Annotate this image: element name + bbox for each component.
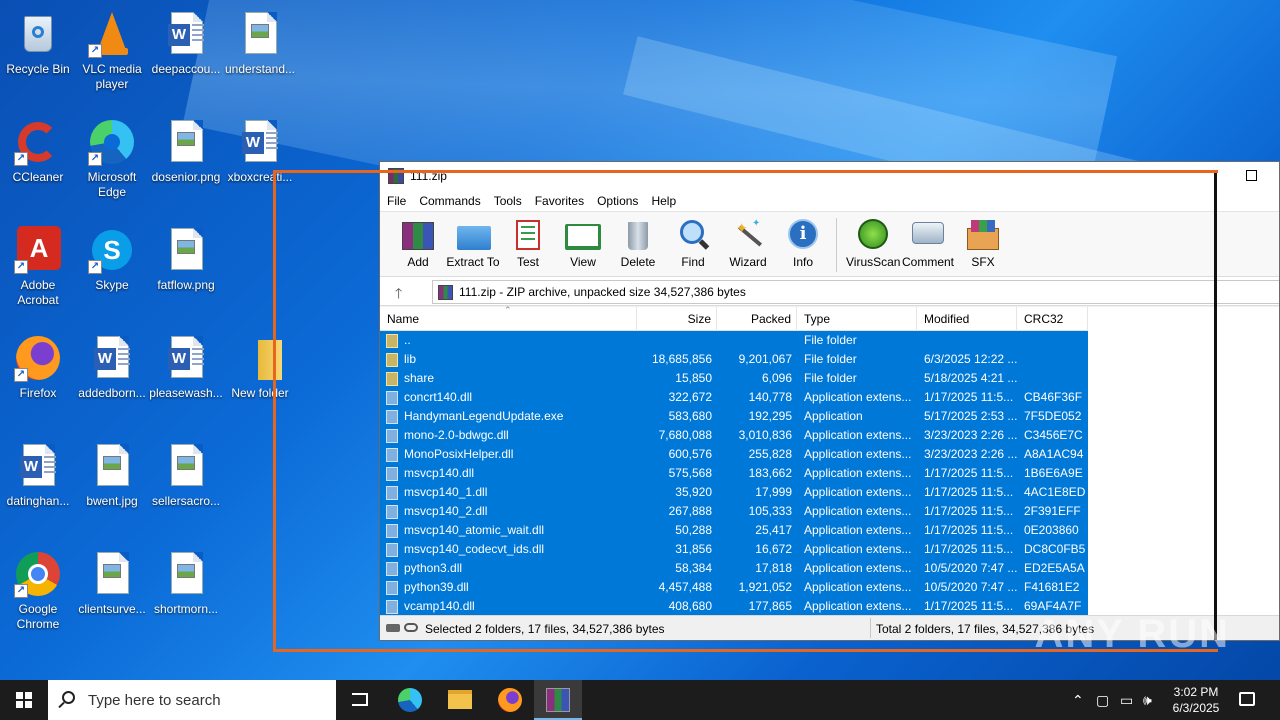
search-icon [62,691,75,704]
desktop-icon-label: sellersacro... [151,494,221,508]
system-clock[interactable]: 3:02 PM 6/3/2025 [1166,684,1226,716]
desktop-icon-label: Adobe Acrobat [17,278,59,307]
desktop-icon-label: addedborn... [78,386,146,400]
firefox-icon [498,688,522,712]
desktop-icon-sellersacro[interactable]: sellersacro... [148,436,224,540]
desktop-icon-deepaccou[interactable]: W deepaccou... [148,4,224,108]
image-file-icon [162,226,210,274]
image-file-icon [162,118,210,166]
desktop-icon-label: deepaccou... [151,62,221,76]
desktop-icon-fatflow[interactable]: fatflow.png [148,220,224,324]
clock-time: 3:02 PM [1173,685,1219,699]
desktop-icon-label: CCleaner [12,170,64,184]
start-button[interactable] [0,680,48,720]
image-file-icon [88,442,136,490]
vlc-icon: ↗ [88,10,136,58]
desktop-icon-label: bwent.jpg [86,494,138,508]
volume-icon[interactable]: 🕪 [1143,692,1152,709]
maximize-button[interactable] [1246,170,1257,181]
word-document-icon: W [162,334,210,382]
watermark: ANY RUN [1034,612,1230,656]
desktop-icon-label: pleasewash... [149,386,223,400]
desktop-icon-bwent[interactable]: bwent.jpg [74,436,150,540]
skype-icon: S ↗ [88,226,136,274]
taskbar-edge[interactable] [386,680,434,720]
image-file-icon [162,442,210,490]
desktop-icon-microsoft-edge[interactable]: ↗ Microsoft Edge [74,112,150,216]
desktop-icon-label: clientsurve... [78,602,146,616]
acrobat-icon: A ↗ [14,226,62,274]
desktop-icon-label: dosenior.png [151,170,221,184]
word-document-icon: W [162,10,210,58]
desktop-icon-understand[interactable]: understand... [222,4,298,108]
desktop-icon-label: Skype [95,278,129,292]
folder-icon [448,690,472,709]
word-document-icon: W [88,334,136,382]
clock-date: 6/3/2025 [1172,701,1220,715]
edge-icon: ↗ [88,118,136,166]
search-placeholder: Type here to search [88,692,221,709]
taskbar-file-explorer[interactable] [436,680,484,720]
desktop-icon-adobe-acrobat[interactable]: A ↗ Adobe Acrobat [0,220,76,324]
network-icon[interactable]: ▭ [1120,692,1133,709]
desktop-icon-label: Firefox [19,386,57,400]
desktop-icon-label: understand... [224,62,296,76]
desktop-icon-pleasewash[interactable]: W pleasewash... [148,328,224,432]
taskbar-search[interactable]: Type here to search [48,680,336,720]
taskbar: Type here to search ⌃ ▢ ▭ 🕪 3:02 PM 6/3/… [0,680,1280,720]
winrar-icon [546,688,570,712]
image-file-icon [88,550,136,598]
desktop-icon-label: fatflow.png [157,278,215,292]
word-document-icon: W [236,118,284,166]
taskbar-winrar[interactable] [534,680,582,720]
desktop-icon-vlc[interactable]: ↗ VLC media player [74,4,150,108]
desktop-icon-ccleaner[interactable]: ↗ CCleaner [0,112,76,216]
desktop-icon-label: VLC media player [82,62,142,91]
highlight-box [273,170,1218,652]
desktop-icon-addedborn[interactable]: W addedborn... [74,328,150,432]
firefox-icon: ↗ [14,334,62,382]
desktop-icon-label: datinghan... [6,494,70,508]
image-file-icon [162,550,210,598]
notification-icon[interactable] [1239,692,1255,706]
desktop-icon-datinghan[interactable]: W datinghan... [0,436,76,540]
windows-logo-icon [16,692,32,708]
chrome-icon: ↗ [14,550,62,598]
desktop-icon-clientsurve[interactable]: clientsurve... [74,544,150,648]
desktop-icon-label: shortmorn... [153,602,219,616]
image-file-icon [236,10,284,58]
task-view-icon [352,693,368,706]
edge-icon [398,688,422,712]
desktop-icon-shortmorn[interactable]: shortmorn... [148,544,224,648]
recycle-bin-icon [14,10,62,58]
desktop-icon-google-chrome[interactable]: ↗ Google Chrome [0,544,76,648]
desktop-icon-dosenior[interactable]: dosenior.png [148,112,224,216]
desktop-icon-recycle-bin[interactable]: Recycle Bin [0,4,76,108]
word-document-icon: W [14,442,62,490]
desktop-icon-label: Recycle Bin [6,62,70,76]
chevron-up-icon[interactable]: ⌃ [1072,692,1084,709]
ccleaner-icon: ↗ [14,118,62,166]
taskbar-firefox[interactable] [486,680,534,720]
desktop-icon-firefox[interactable]: ↗ Firefox [0,328,76,432]
desktop-icon-label: Google Chrome [16,602,60,631]
desktop-icon-skype[interactable]: S ↗ Skype [74,220,150,324]
task-view-button[interactable] [336,680,384,720]
meet-now-icon[interactable]: ▢ [1096,692,1109,709]
desktop-icon-label: Microsoft Edge [87,170,137,199]
